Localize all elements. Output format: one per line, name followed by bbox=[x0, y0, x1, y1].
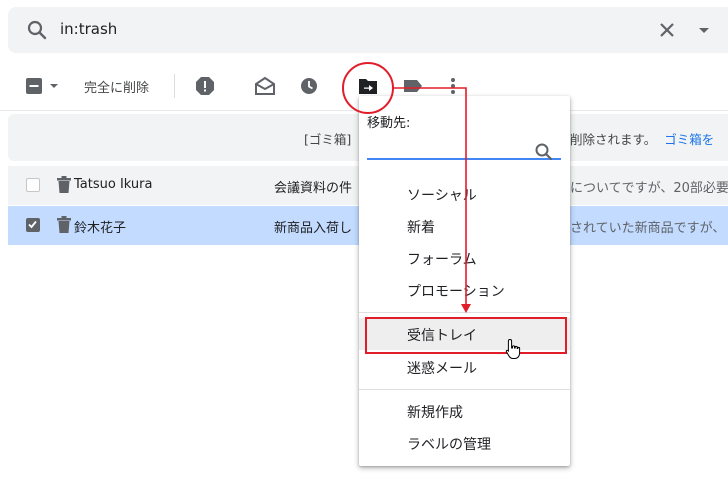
menu-divider bbox=[359, 312, 570, 313]
email-snippet: についてですが、20部必要 bbox=[570, 181, 728, 196]
menu-divider bbox=[359, 389, 570, 390]
search-icon[interactable] bbox=[25, 18, 49, 42]
close-icon[interactable] bbox=[655, 18, 679, 42]
search-bar[interactable]: in:trash bbox=[8, 7, 728, 53]
row-checkbox[interactable] bbox=[26, 218, 40, 232]
notice-text-right: 削除されます。 ゴミ箱を bbox=[570, 129, 714, 148]
search-icon bbox=[534, 142, 554, 162]
menu-item-spam[interactable]: 迷惑メール bbox=[359, 351, 570, 383]
toolbar-divider bbox=[174, 74, 175, 98]
report-spam-icon[interactable] bbox=[194, 62, 216, 110]
menu-item-create-new[interactable]: 新規作成 bbox=[359, 395, 570, 427]
delete-forever-button[interactable]: 完全に削除 bbox=[84, 62, 149, 110]
menu-item-promotions[interactable]: プロモーション bbox=[359, 274, 570, 306]
caret-down-icon[interactable] bbox=[47, 62, 61, 110]
email-sender: 鈴木花子 bbox=[74, 221, 127, 236]
hand-cursor-icon bbox=[505, 338, 521, 359]
menu-item-social[interactable]: ソーシャル bbox=[359, 178, 570, 210]
snooze-icon[interactable] bbox=[299, 62, 319, 110]
empty-trash-link[interactable]: ゴミ箱を bbox=[664, 132, 714, 147]
caret-down-icon[interactable] bbox=[692, 18, 716, 42]
mark-as-read-icon[interactable] bbox=[254, 62, 276, 110]
trash-icon bbox=[56, 176, 72, 194]
email-sender: Tatsuo Ikura bbox=[74, 177, 153, 192]
search-input[interactable]: in:trash bbox=[60, 20, 117, 38]
menu-item-forums[interactable]: フォーラム bbox=[359, 242, 570, 274]
move-to-menu: 移動先: ソーシャル 新着 フォーラム プロモーション 受信トレイ 迷惑メール … bbox=[359, 96, 570, 466]
email-subject: 新商品入荷し bbox=[274, 221, 353, 236]
email-snippet: されていた新商品ですが、 bbox=[570, 221, 726, 236]
trash-icon bbox=[56, 216, 72, 234]
menu-item-inbox[interactable]: 受信トレイ bbox=[359, 318, 570, 350]
row-checkbox[interactable] bbox=[26, 178, 40, 192]
select-checkbox-icon[interactable] bbox=[24, 62, 44, 110]
menu-item-updates[interactable]: 新着 bbox=[359, 210, 570, 242]
email-subject: 会議資料の件 bbox=[274, 181, 353, 196]
move-to-search-input[interactable] bbox=[367, 138, 561, 160]
notice-text-left: [ゴミ箱] bbox=[304, 132, 352, 147]
move-to-menu-title: 移動先: bbox=[367, 116, 411, 131]
menu-item-manage-labels[interactable]: ラベルの管理 bbox=[359, 427, 570, 459]
notice-text: 削除されます。 bbox=[570, 132, 657, 147]
